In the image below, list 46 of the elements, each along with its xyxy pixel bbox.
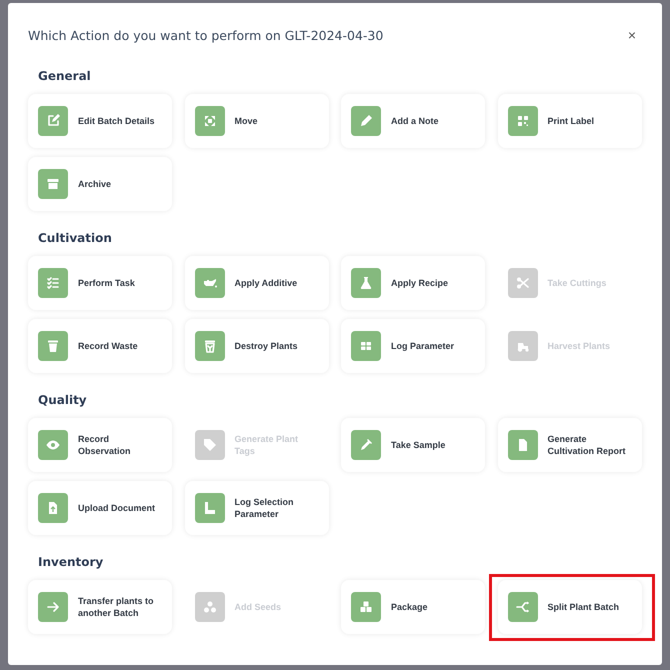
section-heading: Cultivation <box>38 231 113 245</box>
action-card[interactable]: Move <box>184 94 328 148</box>
boxes-icon <box>351 592 381 622</box>
split-icon <box>508 592 538 622</box>
action-card[interactable]: Perform Task <box>28 256 172 310</box>
action-card[interactable]: Take Sample <box>341 418 485 472</box>
scissors-icon <box>508 268 538 298</box>
action-card[interactable]: Record Waste <box>28 319 172 373</box>
dialog-title: Which Action do you want to perform on GLT-2024-04-30 <box>28 28 384 42</box>
tag-icon <box>194 430 224 460</box>
seeds-icon <box>194 592 224 622</box>
archive-icon <box>38 169 68 199</box>
move-icon <box>194 106 224 136</box>
oil-can-icon <box>194 268 224 298</box>
action-card[interactable]: Apply Recipe <box>341 256 485 310</box>
eye-icon <box>38 430 68 460</box>
action-card[interactable]: Archive <box>28 157 172 211</box>
action-card[interactable]: Destroy Plants <box>184 319 328 373</box>
section-heading: Quality <box>38 393 88 407</box>
upload-file-icon <box>38 493 68 523</box>
action-card[interactable]: Record Observation <box>28 418 172 472</box>
action-card[interactable]: Package <box>341 580 485 634</box>
qr-code-icon <box>508 106 538 136</box>
action-card[interactable]: Add a Note <box>341 94 485 148</box>
action-card[interactable]: Upload Document <box>28 481 172 535</box>
arrow-right-icon <box>38 592 68 622</box>
action-card[interactable]: Split Plant Batch <box>498 580 642 634</box>
action-card[interactable]: Log Parameter <box>341 319 485 373</box>
close-button[interactable]: × <box>624 27 640 43</box>
edit-icon <box>38 106 68 136</box>
action-card[interactable]: Generate Cultivation Report <box>498 418 642 472</box>
ruler-icon <box>194 493 224 523</box>
action-card[interactable]: Edit Batch Details <box>28 94 172 148</box>
trash-plant-icon <box>194 331 224 361</box>
section-heading: General <box>38 69 92 83</box>
checklist-icon <box>38 268 68 298</box>
action-card[interactable]: Print Label <box>498 94 642 148</box>
action-card[interactable]: Transfer plants to another Batch <box>28 580 172 634</box>
flask-icon <box>351 268 381 298</box>
action-card[interactable]: Apply Additive <box>184 256 328 310</box>
pencil-icon <box>351 106 381 136</box>
pipette-icon <box>351 430 381 460</box>
section-heading: Inventory <box>38 555 104 569</box>
table-icon <box>351 331 381 361</box>
action-card[interactable]: Log Selection Parameter <box>184 481 328 535</box>
trash-icon <box>38 331 68 361</box>
